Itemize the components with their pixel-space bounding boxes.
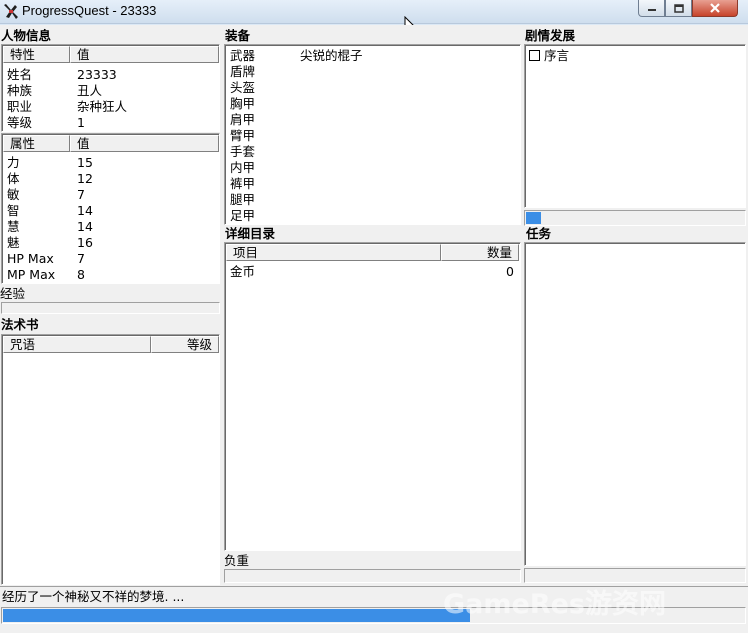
- close-button[interactable]: [692, 0, 738, 17]
- trait-key: 职业: [7, 99, 33, 114]
- plot-progress-bar: [524, 210, 746, 226]
- trait-key: 姓名: [7, 67, 33, 82]
- inventory-row[interactable]: 金币 0: [225, 264, 520, 280]
- stat-key: MP Max: [7, 267, 56, 282]
- traits-header-value[interactable]: 值: [70, 46, 219, 63]
- stat-key: 智: [7, 203, 20, 218]
- experience-label: 经验: [0, 286, 26, 301]
- stat-key: 慧: [7, 219, 20, 234]
- inventory-list[interactable]: 项目 数量 金币 0: [224, 242, 521, 551]
- equipment-slot: 武器: [230, 48, 256, 63]
- maximize-button[interactable]: [665, 0, 692, 17]
- quest-progress-bar: [524, 568, 746, 583]
- trait-key: 种族: [7, 83, 33, 98]
- stat-key: HP Max: [7, 251, 54, 266]
- stat-value: 16: [77, 235, 93, 250]
- character-section-label: 人物信息: [1, 28, 52, 43]
- plot-section-label: 剧情发展: [525, 28, 576, 43]
- inventory-item-name: 金币: [230, 264, 256, 279]
- trait-value: 丑人: [77, 83, 103, 98]
- traits-list[interactable]: 特性 值 姓名 23333 种族 丑人 职业 杂种狂人 等级 1: [1, 44, 220, 132]
- spellbook-header-spell[interactable]: 咒语: [3, 336, 151, 353]
- watermark-text: GameRes游资网: [443, 589, 667, 620]
- close-icon: [710, 3, 720, 13]
- quests-section-label: 任务: [526, 226, 552, 241]
- window-title: ProgressQuest - 23333: [22, 3, 157, 18]
- encumbrance-bar: [224, 569, 521, 583]
- stat-value: 7: [77, 251, 85, 266]
- quests-list[interactable]: [524, 242, 746, 566]
- stats-list[interactable]: 属性 值 力 15 体 12 敏 7 智 14 慧 14 魅 16 HP Max…: [1, 133, 220, 284]
- client-area: 人物信息 特性 值 姓名 23333 种族 丑人 职业 杂种狂人 等级 1 属性…: [0, 25, 748, 633]
- stat-value: 7: [77, 187, 85, 202]
- stat-value: 12: [77, 171, 93, 186]
- plot-progress-fill: [526, 212, 541, 224]
- stat-value: 15: [77, 155, 93, 170]
- equipment-slot: 裤甲: [230, 176, 256, 191]
- stat-value: 14: [77, 203, 93, 218]
- traits-header-trait[interactable]: 特性: [3, 46, 70, 63]
- trait-key: 等级: [7, 115, 33, 130]
- equipment-slot: 头盔: [230, 80, 256, 95]
- inventory-header-item[interactable]: 项目: [226, 244, 441, 261]
- spellbook-list[interactable]: 咒语 等级: [1, 334, 220, 585]
- maximize-icon: [673, 3, 684, 13]
- title-bar[interactable]: ProgressQuest - 23333: [0, 0, 748, 24]
- stat-value: 8: [77, 267, 85, 282]
- stat-key: 力: [7, 155, 20, 170]
- spellbook-section-label: 法术书: [1, 317, 39, 332]
- plot-list[interactable]: 序言: [524, 44, 746, 208]
- equipment-item: 尖锐的棍子: [300, 48, 363, 63]
- equipment-section-label: 装备: [225, 28, 251, 43]
- stats-header-stat[interactable]: 属性: [3, 135, 70, 152]
- minimize-button[interactable]: [638, 0, 665, 17]
- trait-value: 1: [77, 115, 85, 130]
- encumbrance-label: 负重: [224, 553, 250, 568]
- equipment-slot: 胸甲: [230, 96, 256, 111]
- equipment-slot: 足甲: [230, 208, 256, 223]
- plot-act-label: 序言: [544, 48, 570, 63]
- experience-bar: [1, 302, 220, 314]
- equipment-list[interactable]: 武器 尖锐的棍子 盾牌 头盔 胸甲 肩甲 臂甲 手套 内甲 裤甲 腿甲 足甲: [224, 44, 521, 225]
- trait-value: 23333: [77, 67, 117, 82]
- equipment-slot: 内甲: [230, 160, 256, 175]
- spellbook-header-level[interactable]: 等级: [151, 336, 219, 353]
- trait-value: 杂种狂人: [77, 99, 128, 114]
- inventory-header-qty[interactable]: 数量: [441, 244, 519, 261]
- checkbox-icon[interactable]: [529, 50, 540, 61]
- minimize-icon: [647, 9, 656, 11]
- status-text: 经历了一个神秘又不祥的梦境. ...: [2, 589, 185, 604]
- equipment-slot: 腿甲: [230, 192, 256, 207]
- stat-key: 敏: [7, 187, 20, 202]
- stats-header-value[interactable]: 值: [70, 135, 219, 152]
- equipment-slot: 臂甲: [230, 128, 256, 143]
- inventory-item-qty: 0: [506, 264, 514, 279]
- equipment-slot: 手套: [230, 144, 256, 159]
- equipment-slot: 肩甲: [230, 112, 256, 127]
- stat-value: 14: [77, 219, 93, 234]
- task-progress-fill: [3, 609, 470, 622]
- stat-key: 魅: [7, 235, 20, 250]
- stat-key: 体: [7, 171, 20, 186]
- app-icon: [4, 4, 18, 19]
- inventory-section-label: 详细目录: [225, 226, 276, 241]
- equipment-slot: 盾牌: [230, 64, 256, 79]
